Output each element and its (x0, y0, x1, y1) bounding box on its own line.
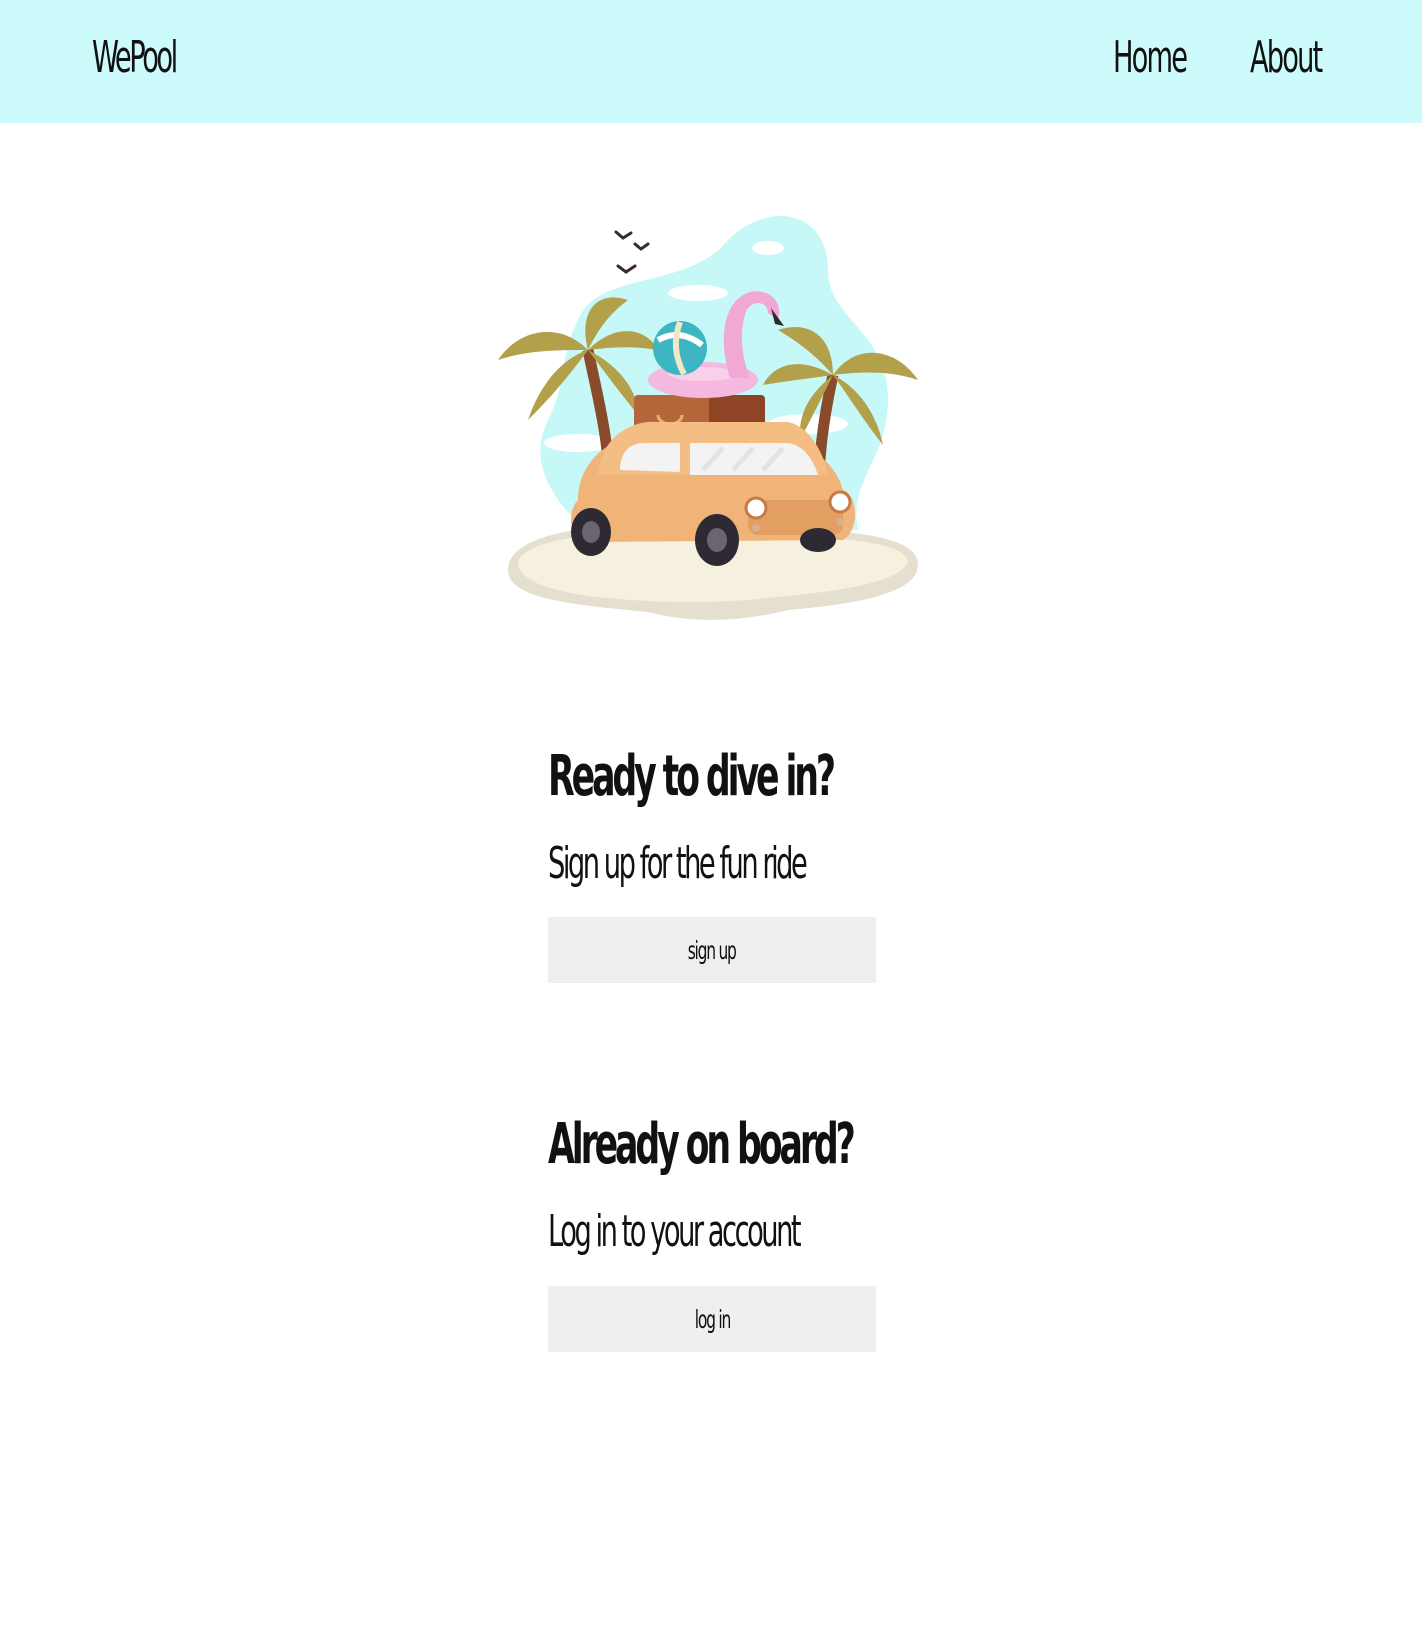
sign-up-button-label: sign up (688, 935, 737, 965)
navbar: WePool Home About (0, 0, 1422, 123)
log-in-button[interactable]: log in (548, 1286, 876, 1352)
beach-car-illustration (498, 216, 918, 620)
nav-link-about[interactable]: About (1250, 32, 1323, 83)
sign-up-button[interactable]: sign up (548, 917, 876, 983)
signup-heading: Ready to dive in? (548, 744, 836, 809)
signup-subheading: Sign up for the fun ride (548, 838, 808, 889)
login-heading: Already on board? (548, 1112, 856, 1177)
nav-link-home[interactable]: Home (1113, 32, 1188, 83)
birds-icon (614, 230, 650, 274)
log-in-button-label: log in (694, 1304, 730, 1334)
brand-logo[interactable]: WePool (92, 32, 178, 83)
login-subheading: Log in to your account (548, 1206, 802, 1257)
